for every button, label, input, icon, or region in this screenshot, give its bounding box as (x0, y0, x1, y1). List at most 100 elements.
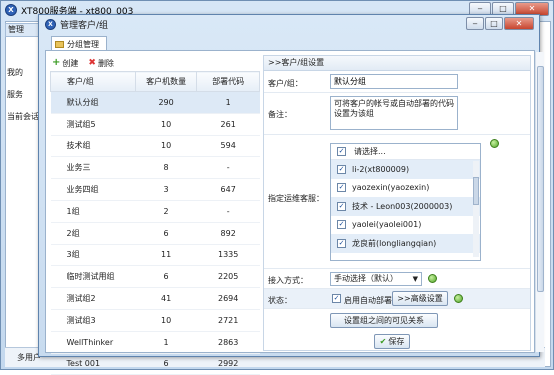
dialog-minimize-button[interactable]: ‒ (466, 17, 484, 30)
group-name-cell: 技术组 (50, 135, 136, 158)
auto-deploy-label: 启用自动部署 (344, 296, 392, 305)
chevron-down-icon: ▼ (412, 275, 418, 283)
group-name-cell: 业务三 (50, 156, 136, 180)
save-check-icon: ✔ (379, 337, 387, 346)
dialog-logo-icon: X (45, 18, 56, 30)
agent-row: 指定运维客服： ✓ 请选择... ✓ li-2(xt800009) ✓ yaozexi… (264, 135, 530, 269)
delete-button[interactable]: ✖ 删除 (88, 58, 114, 69)
list-item[interactable]: ✓ 龙良前(longliangqian) (331, 234, 480, 253)
tab-manage[interactable]: 管理 (5, 23, 41, 37)
table-row[interactable]: 测试组3 10 2721 (50, 309, 260, 332)
list-item[interactable]: ✓ yaolei(yaolei001) (331, 216, 480, 235)
group-name-cell: WellThinker (50, 331, 136, 354)
column-header-client-count[interactable]: 客户机数量 (134, 71, 198, 92)
column-header-deploy-code[interactable]: 部署代码 (196, 71, 260, 92)
deploy-code-cell: 261 (196, 113, 260, 136)
table-row[interactable]: 临时测试用组 6 2205 (50, 265, 260, 289)
group-table: 客户/组 客户机数量 部署代码 默认分组 290 1 测试组5 10 261 技术组 10 59… (50, 71, 260, 375)
list-item[interactable]: ✓ 技术 - Leon003(2000003) (331, 197, 480, 216)
advanced-settings-button[interactable]: >>高级设置 (392, 291, 448, 306)
table-row[interactable]: Test 001 6 2992 (50, 353, 260, 375)
table-row[interactable]: 测试组5 10 261 (50, 113, 260, 136)
deploy-code-cell: 2694 (196, 287, 260, 310)
deploy-code-cell: 2863 (196, 331, 260, 354)
client-count-cell: 6 (135, 222, 197, 245)
table-row[interactable]: 1组 2- (50, 200, 260, 223)
group-name-cell: 1组 (50, 200, 136, 223)
add-agent-icon[interactable] (490, 139, 499, 148)
table-row[interactable]: 测试组2 41 2694 (50, 287, 260, 310)
auto-deploy-checkbox[interactable]: ✓ (332, 294, 341, 303)
create-button-label: 创建 (62, 58, 79, 68)
tab-group-management-label: 分组管理 (67, 39, 99, 49)
agent-list-scrollbar[interactable] (473, 161, 479, 257)
group-name-cell: 测试组2 (50, 287, 136, 310)
client-count-cell: 2 (135, 200, 197, 223)
name-row: 客户/组： (264, 71, 530, 93)
table-row[interactable]: 3组 11 1335 (50, 244, 260, 267)
select-all-checkbox[interactable]: ✓ (337, 147, 346, 156)
group-name-cell: 默认分组 (50, 91, 136, 114)
agent-list-scroll-thumb[interactable] (473, 177, 479, 205)
client-count-cell: 10 (135, 135, 197, 158)
agent-checkbox[interactable]: ✓ (337, 220, 346, 230)
agent-checklist: ✓ 请选择... ✓ li-2(xt800009) ✓ yaozexin(yaozex… (330, 143, 481, 261)
name-label: 客户/组： (268, 79, 303, 88)
sidebar-item-my[interactable]: 我的 (7, 67, 23, 78)
agent-checkbox[interactable]: ✓ (337, 183, 346, 193)
access-mode-select[interactable]: 手动选择（默认） ▼ (330, 272, 422, 286)
tab-content: + 创建 ✖ 删除 客户/组 客户机数量 部署代码 默认分组 290 1 测试组5 10… (45, 50, 544, 375)
delete-x-icon: ✖ (88, 58, 96, 68)
table-row[interactable]: 业务四组 3 647 (50, 178, 260, 201)
group-name-cell: 临时测试用组 (50, 265, 136, 289)
sidebar-item-current-session[interactable]: 当前会话 (7, 111, 39, 122)
deploy-code-cell: 2992 (196, 353, 260, 375)
agent-checkbox[interactable]: ✓ (337, 164, 346, 174)
column-header-group[interactable]: 客户/组 (50, 71, 136, 92)
table-row[interactable]: 技术组 10 594 (50, 135, 260, 158)
table-row[interactable]: 2组 6 892 (50, 222, 260, 245)
client-count-cell: 8 (135, 156, 197, 180)
tab-group-management[interactable]: 分组管理 (51, 36, 107, 51)
status-label: 状态： (268, 296, 292, 305)
agent-name: yaolei(yaolei001) (352, 220, 422, 230)
table-row[interactable]: 默认分组 290 1 (50, 91, 260, 114)
client-count-cell: 11 (135, 244, 197, 267)
deploy-code-cell: - (196, 200, 260, 223)
list-item[interactable]: ✓ yaozexin(yaozexin) (331, 179, 480, 198)
group-name-cell: 业务四组 (50, 178, 136, 201)
delete-button-label: 删除 (97, 58, 114, 68)
visibility-settings-button[interactable]: 设置组之间的可见关系 (330, 313, 438, 328)
access-label: 接入方式： (268, 276, 308, 285)
save-button[interactable]: ✔ 保存 (374, 334, 410, 349)
agent-checkbox[interactable]: ✓ (337, 238, 346, 248)
dialog-maximize-button[interactable]: □ (485, 17, 503, 30)
dialog-scroll-thumb[interactable] (537, 66, 544, 292)
list-item[interactable]: ✓ li-2(xt800009) (331, 160, 480, 179)
deploy-code-cell: 647 (196, 178, 260, 201)
group-settings-panel: >>客户/组设置 客户/组： 备注： 可将客户的帐号或自动部署的代码设置为该组 … (263, 55, 531, 351)
agent-select-all[interactable]: ✓ 请选择... (331, 144, 480, 160)
plus-icon: + (52, 57, 61, 68)
dialog-close-button[interactable]: ✕ (504, 17, 534, 30)
access-help-icon[interactable] (428, 274, 437, 283)
advanced-help-icon[interactable] (454, 294, 463, 303)
agent-select-all-label: 请选择... (354, 147, 386, 156)
app-logo-icon: X (5, 4, 17, 16)
note-textarea[interactable]: 可将客户的帐号或自动部署的代码设置为该组 (330, 96, 458, 130)
group-name-cell: 测试组5 (50, 113, 136, 136)
client-count-cell: 41 (135, 287, 197, 310)
sidebar-item-service[interactable]: 服务 (7, 89, 23, 100)
group-list-panel: + 创建 ✖ 删除 客户/组 客户机数量 部署代码 默认分组 290 1 测试组5 10… (50, 55, 260, 375)
group-name-input[interactable] (330, 74, 458, 89)
dialog-scrollbar[interactable] (535, 52, 544, 352)
dialog-title: 管理客户/组 (60, 20, 109, 31)
dialog-tabbar: 分组管理 (45, 36, 535, 51)
note-row: 备注： 可将客户的帐号或自动部署的代码设置为该组 (264, 93, 530, 135)
agent-checkbox[interactable]: ✓ (337, 201, 346, 211)
dialog-titlebar: X 管理客户/组 ‒ □ ✕ (39, 15, 539, 33)
group-toolbar: + 创建 ✖ 删除 (50, 55, 260, 71)
table-row[interactable]: 业务三 8- (50, 156, 260, 180)
table-row[interactable]: WellThinker 1 2863 (50, 331, 260, 354)
create-button[interactable]: + 创建 (52, 58, 78, 69)
